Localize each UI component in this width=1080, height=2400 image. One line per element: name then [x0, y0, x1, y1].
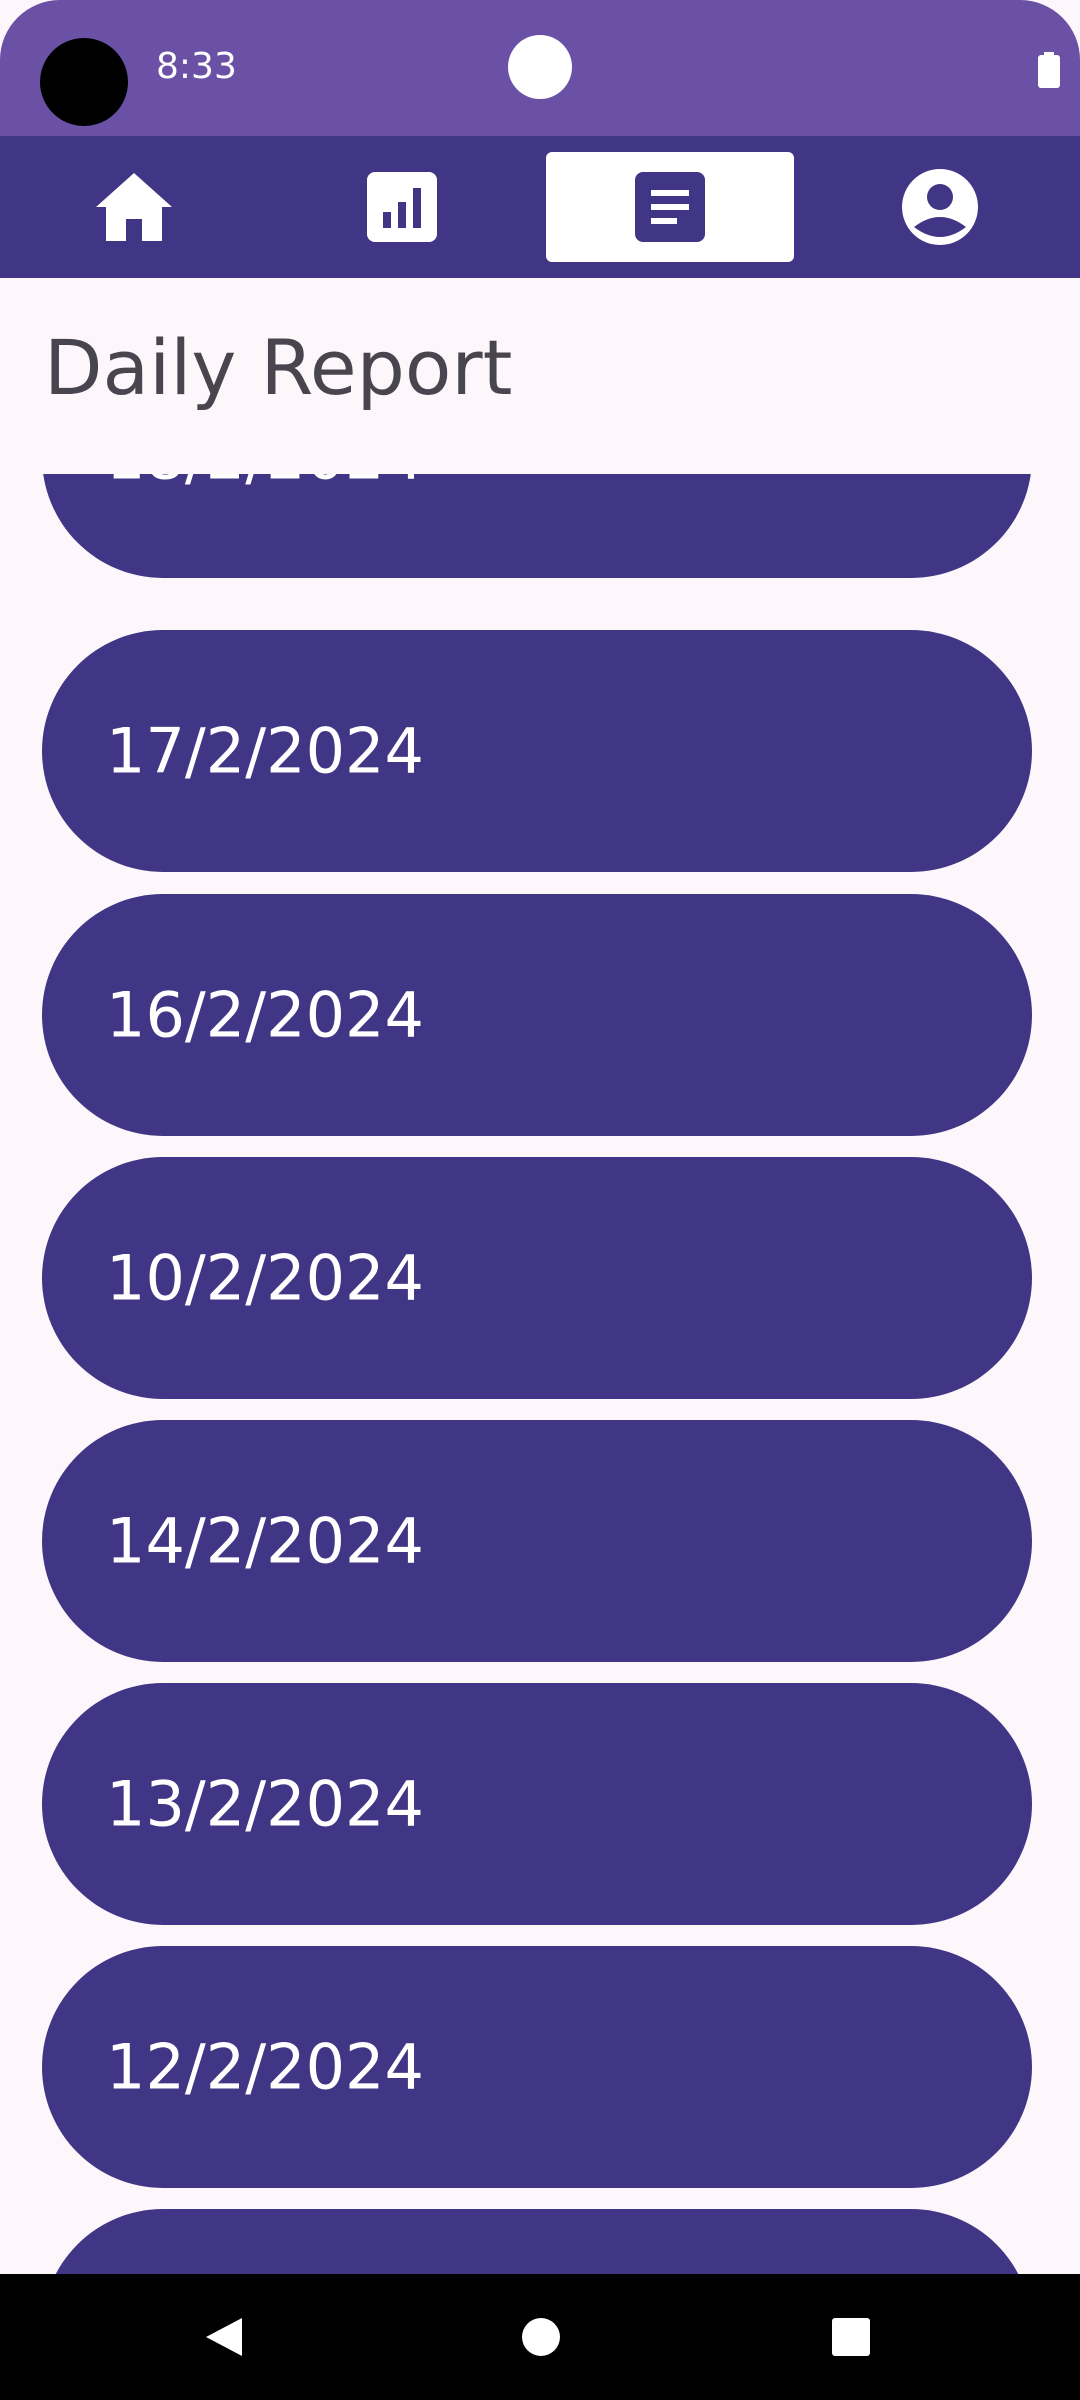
tab-profile[interactable]	[816, 152, 1064, 262]
report-date-label: 10/2/2024	[106, 1241, 424, 1315]
report-item[interactable]: 18/2/2024	[42, 474, 1032, 578]
report-item[interactable]: 13/2/2024	[42, 1683, 1032, 1925]
status-bar: 8:33	[0, 0, 1080, 136]
report-item[interactable]: 12/2/2024	[42, 1946, 1032, 2188]
battery-icon	[1038, 52, 1060, 88]
tab-statistics[interactable]	[278, 152, 526, 262]
report-date-label: 12/2/2024	[106, 2030, 424, 2104]
report-date-label: 17/2/2024	[106, 714, 424, 788]
home-icon	[96, 173, 172, 241]
report-date-label: 18/2/2024	[106, 474, 424, 494]
system-nav-bar	[0, 2274, 1080, 2400]
tab-daily-report[interactable]	[546, 152, 794, 262]
report-item[interactable]: 10/2/2024	[42, 1157, 1032, 1399]
top-nav-bar	[0, 136, 1080, 278]
report-item[interactable]: 16/2/2024	[42, 894, 1032, 1136]
report-icon	[635, 172, 705, 242]
recents-icon[interactable]	[826, 2312, 876, 2362]
tab-home[interactable]	[10, 152, 258, 262]
report-item[interactable]: 14/2/2024	[42, 1420, 1032, 1662]
back-icon[interactable]	[200, 2312, 250, 2362]
page-title: Daily Report	[44, 323, 513, 412]
camera-cutout	[40, 38, 128, 126]
status-time: 8:33	[156, 46, 237, 87]
home-circle-icon[interactable]	[516, 2312, 566, 2362]
bar-chart-icon	[367, 172, 437, 242]
report-item[interactable]	[42, 2209, 1032, 2274]
report-date-label: 16/2/2024	[106, 978, 424, 1052]
report-date-label: 14/2/2024	[106, 1504, 424, 1578]
report-date-label: 13/2/2024	[106, 1767, 424, 1841]
account-icon	[902, 169, 978, 245]
notification-dot-icon	[508, 35, 572, 99]
report-item[interactable]: 17/2/2024	[42, 630, 1032, 872]
report-list[interactable]: 18/2/2024 17/2/2024 16/2/2024 10/2/2024 …	[0, 474, 1080, 2274]
screen: 8:33 Daily Report 17/2/2024 16/2/2024 10…	[0, 0, 1080, 2400]
